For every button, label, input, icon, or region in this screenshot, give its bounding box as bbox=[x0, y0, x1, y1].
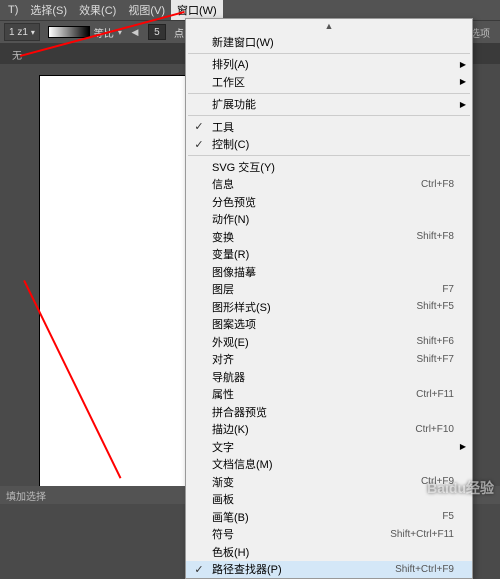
menu-separator bbox=[188, 155, 470, 156]
menu-item-label: 变换 bbox=[212, 229, 416, 245]
menu-shortcut: Ctrl+F8 bbox=[421, 179, 454, 190]
menu-item-label: 分色预览 bbox=[212, 194, 454, 210]
menu-item-label: 排列(A) bbox=[212, 56, 454, 72]
menu-item[interactable]: 变换Shift+F8 bbox=[186, 228, 472, 246]
menu-item-label: 符号 bbox=[212, 526, 390, 542]
menu-shortcut: Ctrl+F11 bbox=[416, 389, 454, 400]
status-text: 填加选择 bbox=[6, 488, 46, 503]
menu-item-label: 扩展功能 bbox=[212, 96, 454, 112]
menu-item-label: 变量(R) bbox=[212, 246, 454, 262]
menu-item[interactable]: 拼合器预览 bbox=[186, 403, 472, 421]
layer-value: 1 z1 bbox=[9, 27, 28, 38]
menu-item[interactable]: 变量(R) bbox=[186, 246, 472, 264]
menu-item-label: 渐变 bbox=[212, 474, 421, 490]
menu-item[interactable]: 渐变Ctrl+F9 bbox=[186, 473, 472, 491]
check-icon: ✓ bbox=[186, 563, 212, 576]
chevron-down-icon: ▾ bbox=[31, 28, 35, 37]
menu-item[interactable]: 色板(H) bbox=[186, 543, 472, 561]
stroke-preview[interactable] bbox=[48, 26, 90, 38]
menu-item[interactable]: 图案选项 bbox=[186, 316, 472, 334]
menu-item[interactable]: 工作区 ▶ bbox=[186, 73, 472, 91]
menu-shortcut: Shift+F7 bbox=[416, 354, 454, 365]
right-label: 选项 bbox=[470, 25, 490, 40]
menu-item-label: 控制(C) bbox=[212, 136, 454, 152]
menu-item[interactable]: 图形样式(S)Shift+F5 bbox=[186, 298, 472, 316]
menu-item-label: 图形样式(S) bbox=[212, 299, 416, 315]
menu-item[interactable]: 图层F7 bbox=[186, 281, 472, 299]
menu-item[interactable]: 扩展功能 ▶ bbox=[186, 96, 472, 114]
menu-item[interactable]: 排列(A) ▶ bbox=[186, 56, 472, 74]
menu-item-label: 属性 bbox=[212, 386, 416, 402]
menu-item-label: 描边(K) bbox=[212, 421, 415, 437]
menu-item-label: 图案选项 bbox=[212, 316, 454, 332]
menu-item[interactable]: 信息Ctrl+F8 bbox=[186, 176, 472, 194]
menu-item-label: 拼合器预览 bbox=[212, 404, 454, 420]
menu-window[interactable]: 窗口(W) bbox=[171, 0, 223, 20]
menu-shortcut: Shift+F6 bbox=[416, 336, 454, 347]
menu-item-label: 画笔(B) bbox=[212, 509, 442, 525]
menu-item[interactable]: ✓工具 bbox=[186, 118, 472, 136]
menu-separator bbox=[188, 115, 470, 116]
menu-item-label: 画板 bbox=[212, 491, 454, 507]
menu-item[interactable]: 属性Ctrl+F11 bbox=[186, 386, 472, 404]
submenu-arrow-icon: ▶ bbox=[460, 60, 466, 69]
menu-item[interactable]: 图像描摹 bbox=[186, 263, 472, 281]
layer-dropdown[interactable]: 1 z1 ▾ bbox=[4, 23, 40, 41]
menu-item-label: 工具 bbox=[212, 119, 454, 135]
menu-item[interactable]: 外观(E)Shift+F6 bbox=[186, 333, 472, 351]
menu-item[interactable]: SVG 交互(Y) bbox=[186, 158, 472, 176]
menu-item[interactable]: 符号Shift+Ctrl+F11 bbox=[186, 526, 472, 544]
menu-item[interactable]: 描边(K)Ctrl+F10 bbox=[186, 421, 472, 439]
menu-separator bbox=[188, 53, 470, 54]
menu-item-label: 工作区 bbox=[212, 74, 454, 90]
menubar: T) 选择(S) 效果(C) 视图(V) 窗口(W) bbox=[0, 0, 500, 20]
menu-shortcut: Ctrl+F9 bbox=[421, 476, 454, 487]
menu-t[interactable]: T) bbox=[2, 2, 24, 18]
menu-item-label: 动作(N) bbox=[212, 211, 454, 227]
menu-shortcut: F5 bbox=[442, 511, 454, 522]
menu-item[interactable]: ✓路径查找器(P)Shift+Ctrl+F9 bbox=[186, 561, 472, 579]
menu-shortcut: F7 bbox=[442, 284, 454, 295]
menu-item-label: 色板(H) bbox=[212, 544, 454, 560]
menu-shortcut: Shift+F5 bbox=[416, 301, 454, 312]
submenu-arrow-icon: ▶ bbox=[460, 100, 466, 109]
menu-item-label: 导航器 bbox=[212, 369, 454, 385]
menu-item-label: 图层 bbox=[212, 281, 442, 297]
menu-separator bbox=[188, 93, 470, 94]
menu-item[interactable]: 动作(N) bbox=[186, 211, 472, 229]
menu-item-label: 文字 bbox=[212, 439, 454, 455]
menu-item[interactable]: 文档信息(M) bbox=[186, 456, 472, 474]
menu-item[interactable]: 导航器 bbox=[186, 368, 472, 386]
menu-item-label: 路径查找器(P) bbox=[212, 561, 395, 577]
menu-shortcut: Shift+F8 bbox=[416, 231, 454, 242]
submenu-arrow-icon: ▶ bbox=[460, 442, 466, 451]
menu-item[interactable]: 画笔(B)F5 bbox=[186, 508, 472, 526]
menu-item-label: 外观(E) bbox=[212, 334, 416, 350]
submenu-arrow-icon: ▶ bbox=[460, 77, 466, 86]
menu-item-label: SVG 交互(Y) bbox=[212, 159, 454, 175]
menu-shortcut: Shift+Ctrl+F9 bbox=[395, 564, 454, 575]
menu-select[interactable]: 选择(S) bbox=[24, 0, 73, 20]
menu-shortcut: Ctrl+F10 bbox=[415, 424, 454, 435]
check-icon: ✓ bbox=[186, 138, 212, 151]
menu-item[interactable]: 画板 bbox=[186, 491, 472, 509]
menu-shortcut: Shift+Ctrl+F11 bbox=[390, 529, 454, 540]
menu-item-label: 新建窗口(W) bbox=[212, 34, 454, 50]
menu-scroll-up[interactable]: ▲ bbox=[186, 19, 472, 33]
sides-value[interactable]: 5 bbox=[148, 24, 166, 40]
window-menu: ▲ 新建窗口(W)排列(A)▶工作区▶扩展功能▶✓工具✓控制(C)SVG 交互(… bbox=[185, 18, 473, 579]
menu-item[interactable]: 文字 ▶ bbox=[186, 438, 472, 456]
check-icon: ✓ bbox=[186, 120, 212, 133]
menu-item-label: 对齐 bbox=[212, 351, 416, 367]
menu-item-label: 图像描摹 bbox=[212, 264, 454, 280]
menu-item[interactable]: 对齐Shift+F7 bbox=[186, 351, 472, 369]
menu-item[interactable]: 新建窗口(W) bbox=[186, 33, 472, 51]
menu-item[interactable]: ✓控制(C) bbox=[186, 136, 472, 154]
menu-effect[interactable]: 效果(C) bbox=[73, 0, 122, 20]
menu-item-label: 文档信息(M) bbox=[212, 456, 454, 472]
menu-item-label: 信息 bbox=[212, 176, 421, 192]
menu-item[interactable]: 分色预览 bbox=[186, 193, 472, 211]
